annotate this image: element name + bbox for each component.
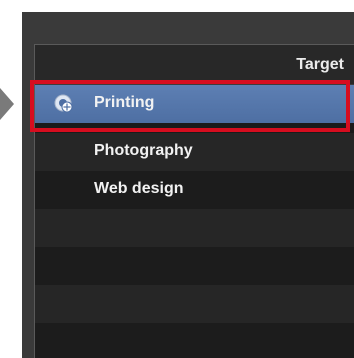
screenshot-root: Target Printing Photography Web design [0, 0, 354, 358]
arrow-indicator [0, 88, 14, 120]
target-list: Target Printing Photography Web design [34, 44, 354, 358]
column-header-target[interactable]: Target [296, 56, 344, 74]
empty-row [35, 323, 354, 358]
list-item-label: Printing [94, 94, 155, 111]
target-cursor-icon [54, 94, 74, 114]
list-item-label: Photography [94, 142, 193, 159]
list-header: Target [35, 45, 354, 85]
list-item-web-design[interactable]: Web design [35, 171, 354, 209]
list-item-photography[interactable]: Photography [35, 133, 354, 171]
list-item-label: Web design [94, 180, 184, 197]
empty-row [35, 247, 354, 285]
list-item-printing[interactable]: Printing [35, 85, 354, 123]
empty-row [35, 209, 354, 247]
empty-row [35, 285, 354, 323]
